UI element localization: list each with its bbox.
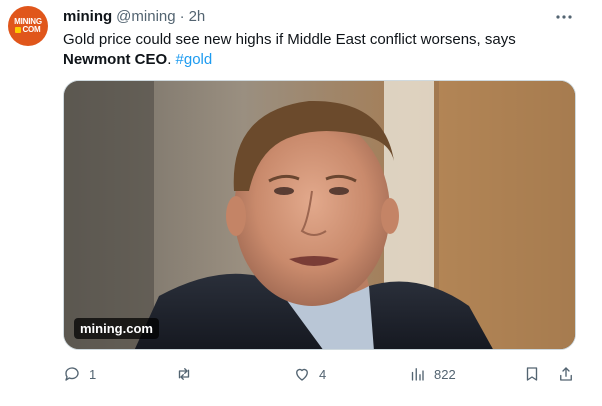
- tweet-text-main: Gold price could see new highs if Middle…: [63, 31, 516, 48]
- tweet-text: Gold price could see new highs if Middle…: [63, 30, 583, 70]
- tweet-header: mining @mining · 2h: [63, 6, 205, 26]
- more-button[interactable]: [552, 8, 576, 26]
- share-button[interactable]: [557, 362, 575, 386]
- like-count: 4: [319, 366, 327, 382]
- handle[interactable]: @mining: [116, 8, 175, 25]
- bookmark-button[interactable]: [523, 362, 541, 386]
- avatar-logo-line2-text: COM: [22, 25, 41, 34]
- tweet-text-period: .: [167, 51, 172, 68]
- reply-count: 1: [89, 366, 97, 382]
- views-icon: [411, 368, 424, 381]
- more-icon: [556, 15, 572, 19]
- like-button[interactable]: 4: [293, 362, 326, 386]
- action-bar: 1 4 822: [63, 362, 583, 386]
- tweet-text-bold: Newmont CEO: [63, 51, 168, 68]
- bookmark-icon: [526, 367, 538, 381]
- media-photo: [64, 81, 575, 349]
- reply-button[interactable]: 1: [63, 362, 96, 386]
- hashtag-link[interactable]: #gold: [176, 51, 213, 68]
- timestamp[interactable]: 2h: [189, 8, 206, 25]
- retweet-icon: [178, 368, 190, 380]
- separator: ·: [179, 7, 185, 25]
- view-count: 822: [434, 366, 456, 382]
- reply-icon: [65, 367, 79, 381]
- retweet-button[interactable]: [175, 362, 201, 386]
- media-watermark: mining.com: [74, 318, 159, 339]
- display-name[interactable]: mining: [63, 8, 112, 25]
- logo-square-icon: [15, 27, 22, 33]
- avatar-logo-line2: COM: [15, 25, 41, 34]
- like-icon: [296, 368, 308, 381]
- avatar[interactable]: MINING COM: [8, 6, 48, 46]
- views-button[interactable]: 822: [408, 362, 456, 386]
- share-icon: [560, 367, 572, 381]
- media-video[interactable]: mining.com: [63, 80, 576, 350]
- tweet[interactable]: MINING COM mining @mining · 2h Gold pric…: [0, 0, 602, 406]
